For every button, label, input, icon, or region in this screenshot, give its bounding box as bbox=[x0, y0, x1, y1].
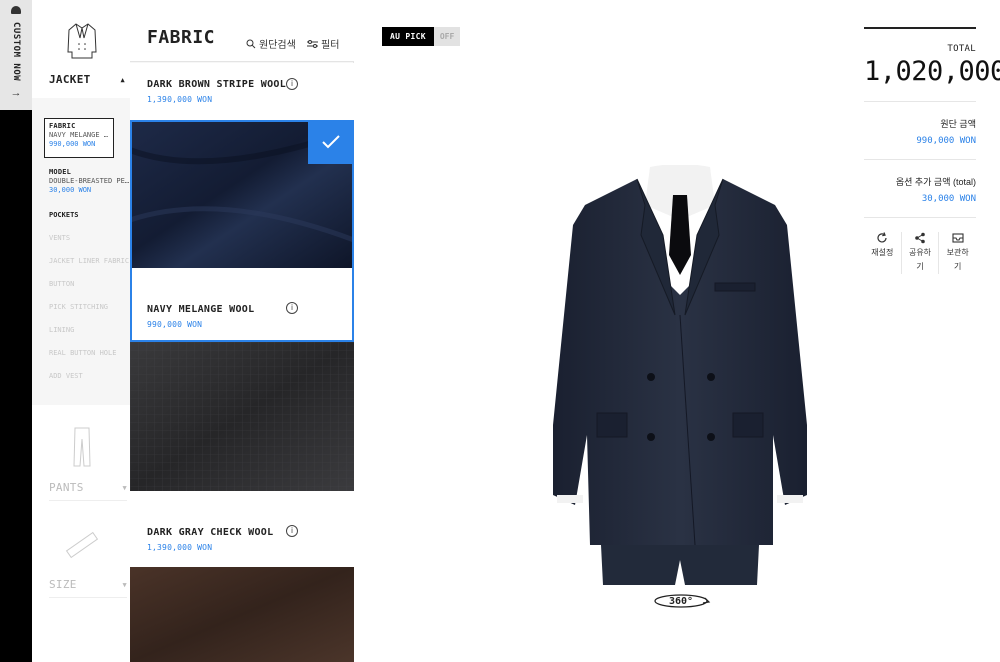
search-icon bbox=[246, 39, 256, 48]
category-pants-label: PANTS bbox=[49, 481, 84, 494]
fabric-panel: FABRIC 원단검색 필터 DARK BROWN STRIPE WOOL 1,… bbox=[130, 0, 354, 662]
menu-item-vents[interactable]: VENTS bbox=[32, 234, 130, 257]
fabric-item-price: 1,390,000 WON bbox=[147, 95, 213, 104]
option-price-row: 옵션 추가 금액 (total) 30,000 WON bbox=[864, 160, 976, 218]
option-price-value: 30,000 WON bbox=[921, 194, 976, 204]
filter-icon bbox=[307, 39, 318, 48]
total-value: 1,020,000 bbox=[864, 56, 1000, 102]
fabric-item-price: 1,390,000 WON bbox=[147, 543, 213, 552]
menu-item-jacket-liner-fabric[interactable]: JACKET LINER FABRIC bbox=[32, 257, 130, 280]
menu-item-lining[interactable]: LINING bbox=[32, 326, 130, 349]
total-label: TOTAL bbox=[947, 44, 976, 54]
menu-item-pick-stitching[interactable]: PICK STITCHING bbox=[32, 303, 130, 326]
save-label-2: 기 bbox=[953, 262, 962, 271]
fabric-swatch-dark-gray[interactable] bbox=[130, 342, 354, 491]
au-pick-toggle[interactable]: AU PICK OFF bbox=[382, 27, 461, 46]
fabric-item[interactable]: DARK GRAY CHECK WOOL 1,390,000 WON i bbox=[130, 491, 354, 567]
jacket-icon[interactable] bbox=[67, 22, 97, 60]
fabric-price-row: 원단 금액 990,000 WON bbox=[864, 102, 976, 160]
share-label-2: 기 bbox=[916, 262, 924, 271]
fabric-item-name: DARK BROWN STRIPE WOOL bbox=[147, 79, 287, 90]
share-icon bbox=[915, 232, 925, 244]
menu-item-fabric[interactable]: FABRIC NAVY MELANGE WOOL 990,000 WON bbox=[44, 118, 114, 158]
menu-item-button[interactable]: BUTTON bbox=[32, 280, 130, 303]
price-summary: TOTAL 1,020,000 원단 금액 990,000 WON 옵션 추가 … bbox=[864, 27, 1000, 274]
menu-item-title: MODEL bbox=[49, 168, 72, 176]
au-pick-off[interactable]: OFF bbox=[433, 27, 461, 46]
share-label-1: 공유하 bbox=[908, 248, 932, 257]
category-jacket[interactable]: JACKET ▲ bbox=[49, 73, 129, 86]
caret-up-icon: ▲ bbox=[120, 75, 125, 84]
caret-down-icon: ▼ bbox=[122, 581, 127, 589]
reset-label: 재설정 bbox=[871, 248, 894, 257]
fabric-filter-button[interactable]: 필터 bbox=[307, 36, 339, 51]
suit-preview[interactable] bbox=[545, 165, 815, 585]
category-jacket-label: JACKET bbox=[49, 73, 91, 86]
check-icon bbox=[308, 120, 354, 164]
refresh-icon bbox=[877, 232, 887, 243]
fabric-search-button[interactable]: 원단검색 bbox=[246, 36, 296, 51]
pants-icon[interactable] bbox=[72, 427, 92, 467]
category-pants[interactable]: PANTS ▼ bbox=[49, 481, 127, 501]
menu-item-model[interactable]: MODEL DOUBLE-BREASTED PE... 30,000 WON bbox=[32, 168, 130, 211]
fabric-item-name: DARK GRAY CHECK WOOL bbox=[147, 527, 274, 538]
category-size[interactable]: SIZE ▼ bbox=[49, 578, 127, 598]
fabric-panel-header: FABRIC 원단검색 필터 bbox=[130, 0, 354, 62]
menu-item-price: 990,000 WON bbox=[49, 140, 96, 148]
au-pick-on[interactable]: AU PICK bbox=[382, 27, 434, 46]
fabric-search-label: 원단검색 bbox=[259, 40, 296, 51]
menu-item-sub: NAVY MELANGE WOOL bbox=[49, 131, 109, 139]
category-size-label: SIZE bbox=[49, 578, 77, 591]
menu-item-sub: DOUBLE-BREASTED PE... bbox=[49, 177, 130, 185]
inbox-icon bbox=[952, 233, 964, 243]
menu-item-price: 30,000 WON bbox=[49, 186, 92, 194]
fabric-swatch-brown[interactable] bbox=[130, 567, 354, 662]
jacket-options-menu: FABRIC NAVY MELANGE WOOL 990,000 WON MOD… bbox=[32, 98, 130, 405]
category-column: JACKET ▲ FABRIC NAVY MELANGE WOOL 990,00… bbox=[32, 0, 130, 662]
save-label-1: 보관하 bbox=[946, 248, 969, 257]
ruler-icon[interactable] bbox=[65, 528, 99, 562]
reset-button[interactable]: 재설정 bbox=[864, 232, 902, 274]
custom-now-tab[interactable]: CUSTOM NOW → bbox=[0, 0, 32, 110]
arrow-right-icon: → bbox=[10, 87, 22, 100]
fabric-price-label: 원단 금액 bbox=[940, 119, 976, 129]
price-divider bbox=[864, 27, 976, 29]
custom-now-label: CUSTOM NOW bbox=[11, 22, 21, 82]
info-icon[interactable]: i bbox=[286, 525, 298, 537]
menu-item-title: FABRIC bbox=[49, 122, 76, 130]
fabric-filter-label: 필터 bbox=[321, 40, 340, 51]
fabric-item[interactable]: DARK BROWN STRIPE WOOL 1,390,000 WON i bbox=[130, 63, 354, 120]
option-price-label: 옵션 추가 금액 (total) bbox=[895, 177, 976, 187]
fabric-price-value: 990,000 WON bbox=[916, 136, 976, 146]
save-button[interactable]: 보관하 기 bbox=[939, 232, 976, 274]
bell-icon bbox=[11, 6, 21, 14]
menu-item-real-button-hole[interactable]: REAL BUTTON HOLE bbox=[32, 349, 130, 372]
menu-item-add-vest[interactable]: ADD VEST bbox=[32, 372, 130, 395]
rotate-360-label: 360° bbox=[668, 596, 694, 607]
menu-item-pockets[interactable]: POCKETS bbox=[32, 211, 130, 234]
share-button[interactable]: 공유하 기 bbox=[902, 232, 940, 274]
info-icon[interactable]: i bbox=[286, 78, 298, 90]
action-bar: 재설정 공유하 기 보관하 기 bbox=[864, 232, 976, 274]
fabric-panel-title: FABRIC bbox=[147, 27, 216, 48]
caret-down-icon: ▼ bbox=[122, 484, 127, 492]
